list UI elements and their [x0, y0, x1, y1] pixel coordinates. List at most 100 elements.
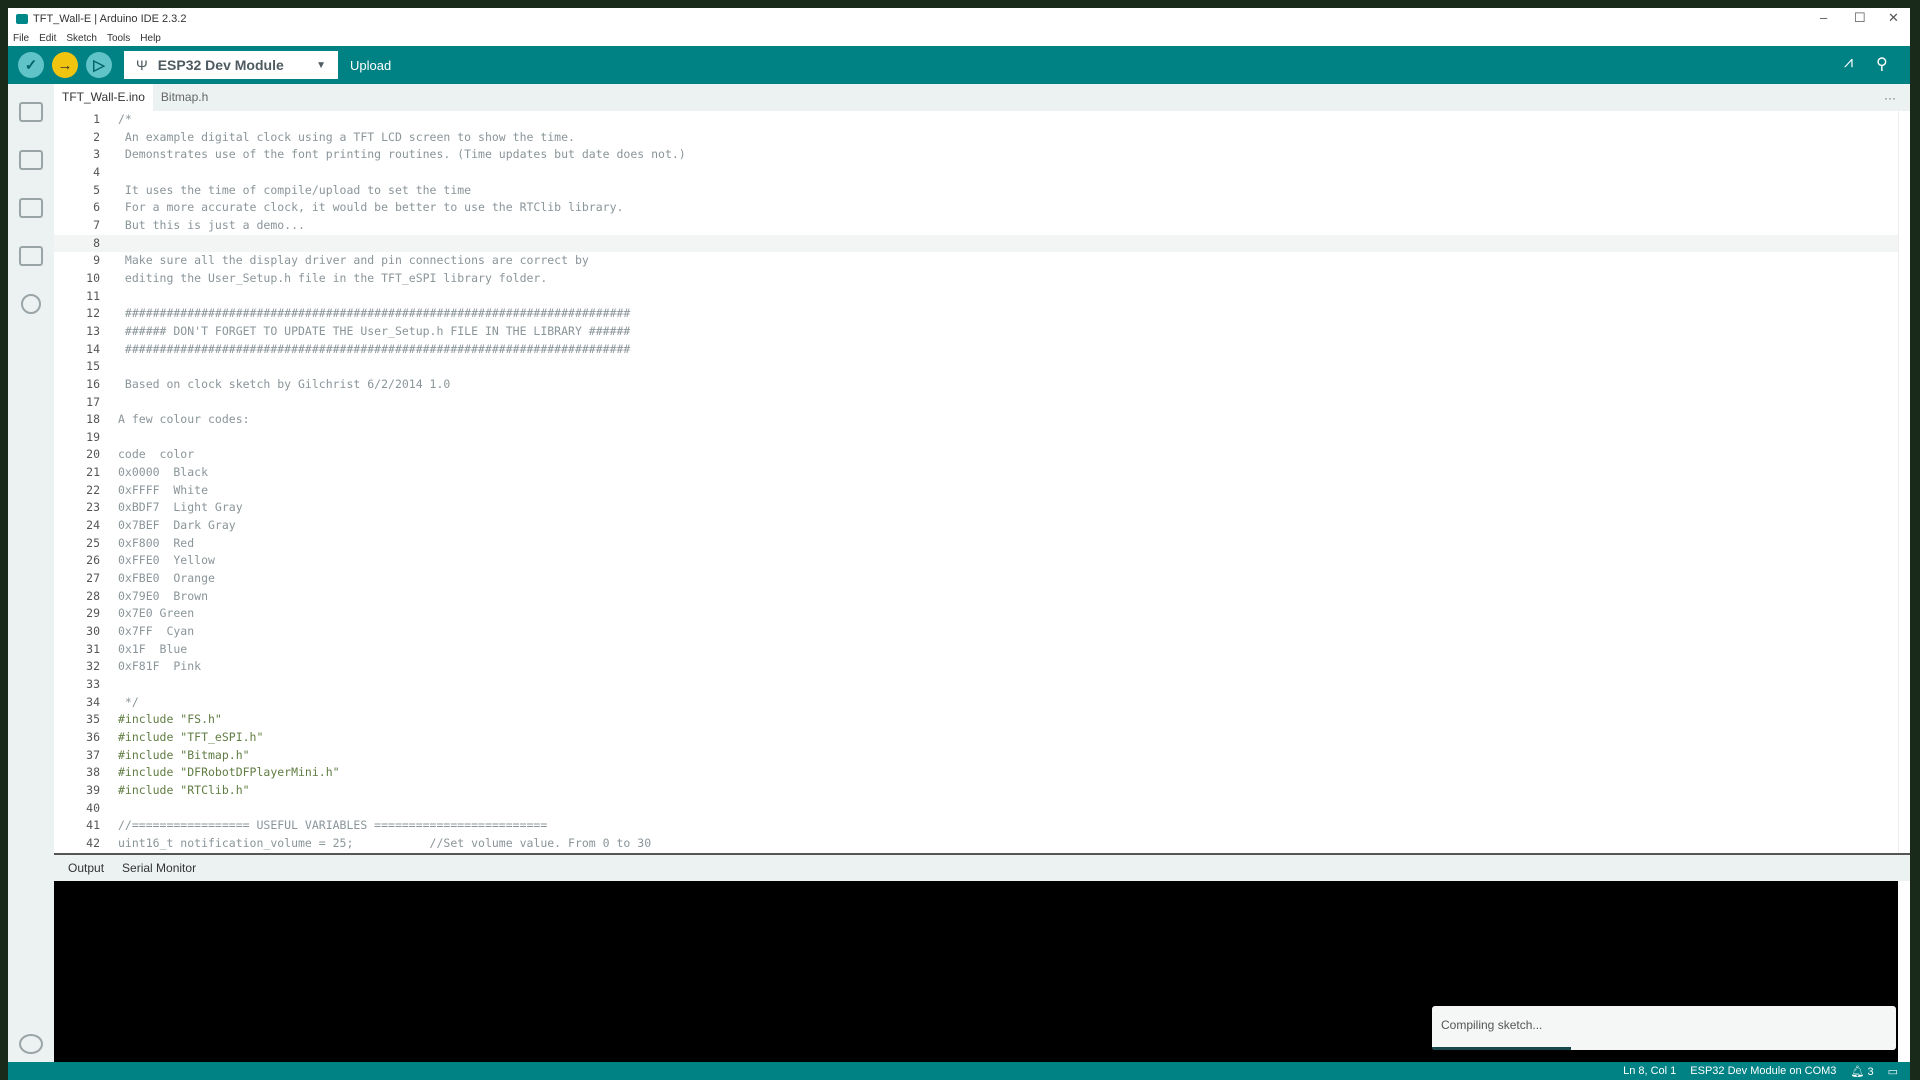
tab-output[interactable]: Output [68, 861, 104, 875]
line-number: 39 [86, 782, 100, 797]
code-line: 28 0x79E0 Brown [54, 588, 1898, 606]
boards-manager-icon[interactable] [19, 150, 43, 170]
code-text: 0xFFFF White [118, 482, 209, 497]
code-text: 0x7BEF Dark Gray [118, 518, 236, 533]
line-number: 21 [86, 465, 100, 480]
code-line: 4 [54, 164, 1898, 182]
line-number: 27 [86, 571, 100, 586]
bell-icon: 🔔︎ [1850, 1065, 1865, 1078]
tab-bitmap-h[interactable]: Bitmap.h [153, 84, 216, 111]
code-text: 0x79E0 Brown [118, 588, 209, 603]
maximize-button[interactable]: ☐ [1854, 10, 1866, 26]
usb-icon: Ψ [136, 57, 148, 73]
close-button[interactable]: ✕ [1888, 10, 1899, 26]
debug-button[interactable]: ▷ [86, 52, 112, 78]
code-line: 19 [54, 429, 1898, 447]
tab-serial-monitor[interactable]: Serial Monitor [122, 861, 196, 875]
code-line: 17 [54, 394, 1898, 412]
line-number: 15 [86, 359, 100, 374]
code-line: 20 code color [54, 446, 1898, 464]
library-manager-icon[interactable] [19, 198, 43, 218]
menu-tools[interactable]: Tools [107, 33, 130, 44]
line-number: 41 [86, 818, 100, 833]
line-number: 28 [86, 588, 100, 603]
menu-sketch[interactable]: Sketch [66, 33, 97, 44]
notifications-button[interactable]: 🔔︎ 3 [1850, 1065, 1873, 1078]
code-line: 15 [54, 358, 1898, 376]
code-text: Demonstrates use of the font printing ro… [118, 147, 686, 162]
code-line: 39 #include "RTClib.h" [54, 782, 1898, 800]
code-text: 0x1F Blue [118, 641, 188, 656]
serial-monitor-icon[interactable]: ⚲ [1876, 54, 1888, 74]
code-line: 9 Make sure all the display driver and p… [54, 252, 1898, 270]
code-line: 25 0xF800 Red [54, 535, 1898, 553]
line-number: 16 [86, 376, 100, 391]
code-line: 10 editing the User_Setup.h file in the … [54, 270, 1898, 288]
code-line: 36 #include "TFT_eSPI.h" [54, 729, 1898, 747]
line-number: 5 [93, 182, 100, 197]
line-number: 38 [86, 765, 100, 780]
code-line: 11 [54, 288, 1898, 306]
editor-scrollbar[interactable] [1898, 111, 1910, 853]
code-line: 14 #####################################… [54, 341, 1898, 359]
search-icon[interactable] [21, 294, 41, 314]
menu-edit[interactable]: Edit [39, 33, 56, 44]
line-number: 35 [86, 712, 100, 727]
menu-help[interactable]: Help [140, 33, 161, 44]
code-line: 30 0x7FF Cyan [54, 623, 1898, 641]
code-text: #include "DFRobotDFPlayerMini.h" [118, 765, 340, 780]
code-text: 0xFFE0 Yellow [118, 553, 215, 568]
tab-tft-wall-e[interactable]: TFT_Wall-E.ino [54, 84, 153, 111]
line-number: 7 [93, 217, 100, 232]
line-number: 22 [86, 482, 100, 497]
arduino-ide-window: TFT_Wall-E | Arduino IDE 2.3.2 – ☐ ✕ Fil… [8, 8, 1910, 1080]
line-number: 32 [86, 659, 100, 674]
cursor-position: Ln 8, Col 1 [1623, 1065, 1677, 1077]
code-line: 8 [54, 234, 1898, 253]
debug-icon[interactable] [19, 246, 43, 266]
line-number: 3 [93, 147, 100, 162]
sidebar [8, 84, 54, 1062]
code-text: Make sure all the display driver and pin… [118, 253, 589, 268]
verify-button[interactable]: ✓ [18, 52, 44, 78]
code-line: 26 0xFFE0 Yellow [54, 552, 1898, 570]
board-name: ESP32 Dev Module [157, 57, 284, 73]
line-number: 2 [93, 129, 100, 144]
code-line: 32 0xF81F Pink [54, 658, 1898, 676]
board-selector[interactable]: Ψ ESP32 Dev Module ▼ [124, 51, 338, 79]
line-number: 10 [86, 270, 100, 285]
code-text: 0xFBE0 Orange [118, 571, 215, 586]
code-line: 21 0x0000 Black [54, 464, 1898, 482]
code-line: 2 An example digital clock using a TFT L… [54, 129, 1898, 147]
code-text: Based on clock sketch by Gilchrist 6/2/2… [118, 376, 451, 391]
code-text: */ [118, 694, 139, 709]
progress-notification: Compiling sketch... [1432, 1006, 1896, 1050]
code-line: 29 0x7E0 Green [54, 605, 1898, 623]
code-text: For a more accurate clock, it would be b… [118, 200, 624, 215]
line-number: 1 [93, 112, 100, 126]
menu-file[interactable]: File [13, 33, 29, 44]
sketchbook-folder-icon[interactable] [19, 102, 43, 122]
line-number: 30 [86, 624, 100, 639]
code-editor[interactable]: 1 /* 2 An example digital clock using a TF… [54, 111, 1898, 853]
upload-button[interactable]: → [52, 52, 78, 78]
minimize-button[interactable]: – [1820, 10, 1827, 25]
code-text: 0xF800 Red [118, 535, 195, 550]
code-line: 5 It uses the time of compile/upload to … [54, 182, 1898, 200]
serial-plotter-icon[interactable]: ⩘ [1844, 54, 1853, 72]
code-line: 31 0x1F Blue [54, 641, 1898, 659]
toggle-panel-icon[interactable]: ▭ [1888, 1065, 1898, 1078]
line-number: 24 [86, 518, 100, 533]
code-line: 23 0xBDF7 Light Gray [54, 499, 1898, 517]
line-number: 42 [86, 835, 100, 850]
board-port[interactable]: ESP32 Dev Module on COM3 [1690, 1065, 1836, 1077]
code-line: 1 /* [54, 111, 1898, 129]
line-number: 4 [93, 164, 100, 179]
code-text: code color [118, 447, 195, 462]
code-text: uint16_t notification_volume = 25; //Set… [118, 835, 652, 850]
more-icon[interactable]: ··· [1884, 91, 1896, 105]
profile-icon[interactable] [19, 1034, 43, 1054]
